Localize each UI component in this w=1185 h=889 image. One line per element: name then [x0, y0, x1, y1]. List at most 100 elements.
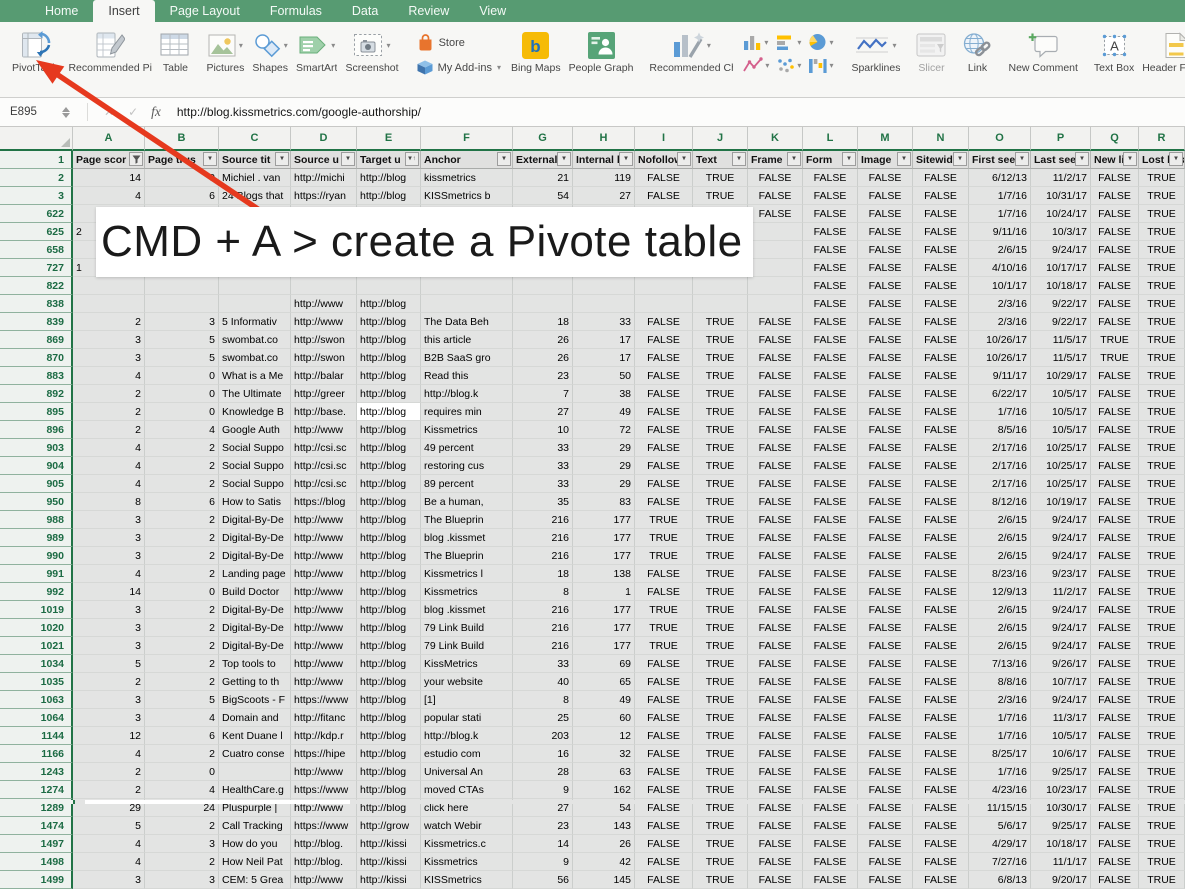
cell-J839[interactable]: TRUE: [693, 313, 748, 331]
cell-N950[interactable]: FALSE: [913, 493, 969, 511]
cell-N903[interactable]: FALSE: [913, 439, 969, 457]
cell-F896[interactable]: Kissmetrics: [421, 421, 513, 439]
cell-H1064[interactable]: 60: [573, 709, 635, 727]
cell-H989[interactable]: 177: [573, 529, 635, 547]
cell-P869[interactable]: 11/5/17: [1031, 331, 1091, 349]
cell-K988[interactable]: FALSE: [748, 511, 803, 529]
cell-N1019[interactable]: FALSE: [913, 601, 969, 619]
cell-B839[interactable]: 3: [145, 313, 219, 331]
cell-J950[interactable]: TRUE: [693, 493, 748, 511]
cell-H1166[interactable]: 32: [573, 745, 635, 763]
cell-D1144[interactable]: http://kdp.r: [291, 727, 357, 745]
cell-M870[interactable]: FALSE: [858, 349, 913, 367]
cell-P1034[interactable]: 9/26/17: [1031, 655, 1091, 673]
cell-N838[interactable]: FALSE: [913, 295, 969, 313]
waterfall-chart-button[interactable]: ▾: [808, 57, 833, 74]
filter-dropdown-icon[interactable]: ▾: [275, 152, 289, 166]
cell-I1243[interactable]: FALSE: [635, 763, 693, 781]
row-header[interactable]: 1499: [0, 871, 73, 889]
filter-funnel-icon[interactable]: [129, 152, 143, 166]
cell-D1035[interactable]: http://www: [291, 673, 357, 691]
cell-D991[interactable]: http://www: [291, 565, 357, 583]
cell-Q896[interactable]: FALSE: [1091, 421, 1139, 439]
cell-R1020[interactable]: TRUE: [1139, 619, 1185, 637]
row-header[interactable]: 989: [0, 529, 73, 547]
cell-H1274[interactable]: 162: [573, 781, 635, 799]
name-box[interactable]: E895: [10, 106, 62, 118]
row-header[interactable]: 658: [0, 241, 73, 259]
cell-D950[interactable]: https://blog: [291, 493, 357, 511]
filter-dropdown-icon[interactable]: ▾: [953, 152, 967, 166]
cell-E870[interactable]: http://blog: [357, 349, 421, 367]
cell-F822[interactable]: [421, 277, 513, 295]
column-header-G[interactable]: G: [513, 127, 573, 151]
cell-Q3[interactable]: FALSE: [1091, 187, 1139, 205]
row-header[interactable]: 1166: [0, 745, 73, 763]
cell-G892[interactable]: 7: [513, 385, 573, 403]
cell-E1021[interactable]: http://blog: [357, 637, 421, 655]
cell-O1035[interactable]: 8/8/16: [969, 673, 1031, 691]
cell-K3[interactable]: FALSE: [748, 187, 803, 205]
cell-P1144[interactable]: 10/5/17: [1031, 727, 1091, 745]
column-header-M[interactable]: M: [858, 127, 913, 151]
cell-G1034[interactable]: 33: [513, 655, 573, 673]
cell-J989[interactable]: TRUE: [693, 529, 748, 547]
cell-G838[interactable]: [513, 295, 573, 313]
cell-C2[interactable]: Michiel . van: [219, 169, 291, 187]
cell-R2[interactable]: TRUE: [1139, 169, 1185, 187]
cell-Q990[interactable]: FALSE: [1091, 547, 1139, 565]
cell-J895[interactable]: TRUE: [693, 403, 748, 421]
cell-K883[interactable]: FALSE: [748, 367, 803, 385]
row-header[interactable]: 1019: [0, 601, 73, 619]
cell-K838[interactable]: [748, 295, 803, 313]
row-header[interactable]: 1034: [0, 655, 73, 673]
cell-Q1019[interactable]: FALSE: [1091, 601, 1139, 619]
cell-G991[interactable]: 18: [513, 565, 573, 583]
cell-M1064[interactable]: FALSE: [858, 709, 913, 727]
cell-H2[interactable]: 119: [573, 169, 635, 187]
cell-L988[interactable]: FALSE: [803, 511, 858, 529]
cell-A870[interactable]: 3: [73, 349, 145, 367]
cell-M839[interactable]: FALSE: [858, 313, 913, 331]
cell-B988[interactable]: 2: [145, 511, 219, 529]
cell-A989[interactable]: 3: [73, 529, 145, 547]
tab-page-layout[interactable]: Page Layout: [155, 0, 255, 22]
cell-O1499[interactable]: 6/8/13: [969, 871, 1031, 889]
cell-O1474[interactable]: 5/6/17: [969, 817, 1031, 835]
cell-P1035[interactable]: 10/7/17: [1031, 673, 1091, 691]
cell-E869[interactable]: http://blog: [357, 331, 421, 349]
cell-C822[interactable]: [219, 277, 291, 295]
cell-M1243[interactable]: FALSE: [858, 763, 913, 781]
cell-N1497[interactable]: FALSE: [913, 835, 969, 853]
cell-G950[interactable]: 35: [513, 493, 573, 511]
cell-I1274[interactable]: FALSE: [635, 781, 693, 799]
cell-R988[interactable]: TRUE: [1139, 511, 1185, 529]
cell-N1166[interactable]: FALSE: [913, 745, 969, 763]
cell-K896[interactable]: FALSE: [748, 421, 803, 439]
cell-R1274[interactable]: TRUE: [1139, 781, 1185, 799]
cell-H839[interactable]: 33: [573, 313, 635, 331]
cell-J892[interactable]: TRUE: [693, 385, 748, 403]
cell-K1498[interactable]: FALSE: [748, 853, 803, 871]
cell-Q1063[interactable]: FALSE: [1091, 691, 1139, 709]
cell-D1498[interactable]: http://blog.: [291, 853, 357, 871]
cell-B992[interactable]: 0: [145, 583, 219, 601]
cell-G3[interactable]: 54: [513, 187, 573, 205]
filter-dropdown-icon[interactable]: ▾: [1015, 152, 1029, 166]
row-header[interactable]: 905: [0, 475, 73, 493]
cell-O950[interactable]: 8/12/16: [969, 493, 1031, 511]
column-header-J[interactable]: J: [693, 127, 748, 151]
cell-F1166[interactable]: estudio com: [421, 745, 513, 763]
cell-M1498[interactable]: FALSE: [858, 853, 913, 871]
cell-M1020[interactable]: FALSE: [858, 619, 913, 637]
cell-L990[interactable]: FALSE: [803, 547, 858, 565]
cell-A869[interactable]: 3: [73, 331, 145, 349]
cell-D992[interactable]: http://www: [291, 583, 357, 601]
cell-M1166[interactable]: FALSE: [858, 745, 913, 763]
cell-A1034[interactable]: 5: [73, 655, 145, 673]
cell-B1021[interactable]: 2: [145, 637, 219, 655]
cell-O992[interactable]: 12/9/13: [969, 583, 1031, 601]
cell-N622[interactable]: FALSE: [913, 205, 969, 223]
cell-A1243[interactable]: 2: [73, 763, 145, 781]
cell-F904[interactable]: restoring cus: [421, 457, 513, 475]
